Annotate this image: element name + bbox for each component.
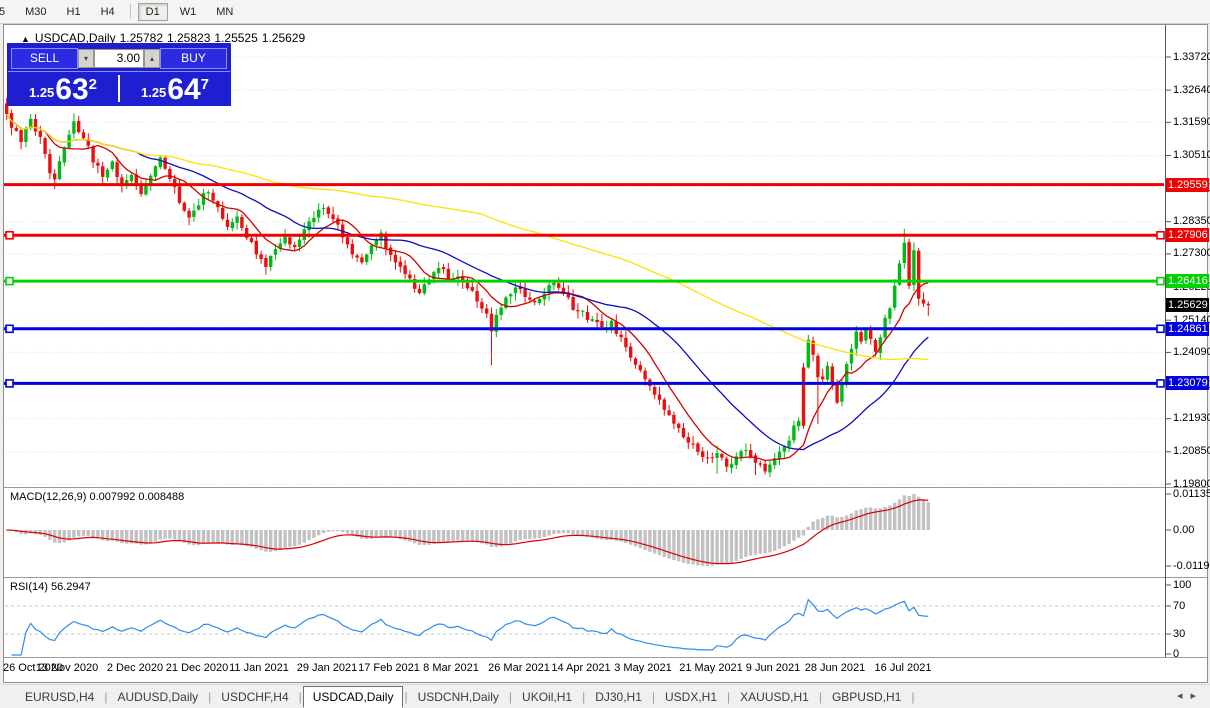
macd-pane[interactable] (5, 489, 1164, 576)
timeframe-button-mn[interactable]: MN (208, 3, 241, 21)
chart-tab-bar: EURUSD,H4 | AUDUSD,Daily | USDCHF,H4 | USDCAD,… (0, 684, 1210, 708)
price-chart-area[interactable] (5, 26, 1164, 486)
tab-usdcad-daily[interactable]: USDCAD,Daily (302, 685, 404, 708)
tab-separator: | (911, 689, 915, 704)
timeframe-button-m30[interactable]: M30 (17, 3, 54, 21)
timeframe-button-h4[interactable]: H4 (93, 3, 123, 21)
tab-audusd-daily[interactable]: AUDUSD,Daily (108, 687, 207, 707)
tab-xauusd-h1[interactable]: XAUUSD,H1 (731, 687, 818, 707)
tab-eurusd-h4[interactable]: EURUSD,H4 (16, 687, 103, 707)
timeframe-toolbar: 5 M30 H1 H4 D1 W1 MN (0, 0, 1210, 24)
tab-gbpusd-h1[interactable]: GBPUSD,H1 (823, 687, 910, 707)
rsi-pane[interactable] (5, 579, 1164, 656)
tab-scroll-left-icon[interactable]: ◂ (1177, 690, 1191, 702)
tab-dj30-h1[interactable]: DJ30,H1 (586, 687, 651, 707)
tab-usdx-h1[interactable]: USDX,H1 (656, 687, 726, 707)
time-axis-scale[interactable] (5, 658, 1164, 677)
price-axis-scale[interactable] (1166, 26, 1208, 656)
timeframe-button-d1[interactable]: D1 (137, 2, 168, 21)
tab-scroll-right-icon[interactable]: ▸ (1190, 690, 1204, 702)
mt4-window: 5 M30 H1 H4 D1 W1 MN ▲ USDCAD,Daily 1.25782 1.258… (0, 0, 1210, 708)
timeframe-button-h1[interactable]: H1 (59, 3, 89, 21)
timeframe-button-w1[interactable]: W1 (172, 3, 205, 21)
tab-usdchf-h4[interactable]: USDCHF,H4 (212, 687, 297, 707)
tab-scroll-arrows: ◂▸ (1177, 689, 1204, 702)
tab-usdcnh-daily[interactable]: USDCNH,Daily (409, 687, 508, 707)
timeframe-button-5[interactable]: 5 (0, 3, 13, 21)
tab-ukoil-h1[interactable]: UKOil,H1 (513, 687, 581, 707)
toolbar-separator (129, 4, 131, 19)
